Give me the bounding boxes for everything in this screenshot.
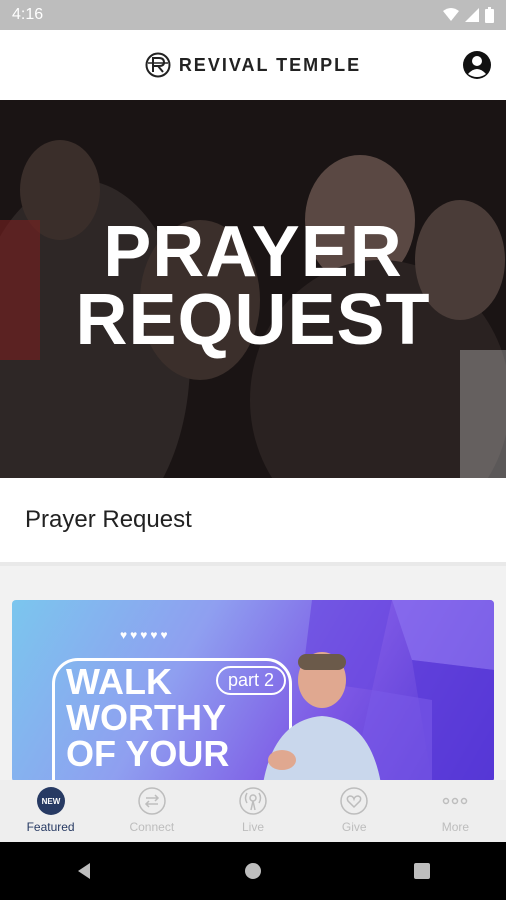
tab-featured[interactable]: NEW Featured xyxy=(0,780,101,842)
tab-more[interactable]: More xyxy=(405,780,506,842)
brand-name: REVIVAL TEMPLE xyxy=(178,54,362,75)
tab-live-label: Live xyxy=(242,820,265,834)
tab-give-label: Give xyxy=(341,820,367,834)
sermon-card[interactable]: ♥♥♥♥♥ WALK WORTHY OF YOUR part 2 xyxy=(12,600,494,782)
tab-more-label: More xyxy=(441,820,470,834)
sermon-title: WALK WORTHY OF YOUR xyxy=(66,664,229,772)
app-header: REVIVAL TEMPLE xyxy=(0,30,506,100)
broadcast-icon xyxy=(238,786,268,816)
hero-title-line1: PRAYER xyxy=(103,212,403,292)
tab-give[interactable]: Give xyxy=(304,780,405,842)
wifi-icon xyxy=(443,8,459,21)
card-title[interactable]: Prayer Request xyxy=(0,478,506,562)
arrows-swap-icon xyxy=(137,786,167,816)
hero-banner[interactable]: PRAYER REQUEST xyxy=(0,100,506,478)
tab-live[interactable]: Live xyxy=(202,780,303,842)
home-icon[interactable] xyxy=(243,861,263,881)
heart-icon xyxy=(339,786,369,816)
status-bar: 4:16 xyxy=(0,0,506,30)
tab-connect[interactable]: Connect xyxy=(101,780,202,842)
new-badge-icon: NEW xyxy=(36,786,66,816)
signal-icon xyxy=(465,8,479,22)
status-icons xyxy=(443,7,494,23)
system-navigation-bar xyxy=(0,842,506,900)
bottom-tab-bar: NEW Featured Connect Live Give More xyxy=(0,780,506,842)
hero-title: PRAYER REQUEST xyxy=(0,212,506,360)
tab-connect-label: Connect xyxy=(129,820,175,834)
profile-icon[interactable] xyxy=(462,50,492,80)
tab-featured-label: Featured xyxy=(26,820,75,834)
revival-logo-icon xyxy=(145,52,171,78)
hearts-decoration: ♥♥♥♥♥ xyxy=(120,628,171,642)
sermon-title-line3: OF YOUR xyxy=(66,733,230,774)
new-badge-text: NEW xyxy=(41,797,60,806)
battery-icon xyxy=(485,7,494,23)
presenter-photo xyxy=(263,652,381,782)
sermon-title-line1: WALK xyxy=(66,661,172,702)
status-time: 4:16 xyxy=(12,6,44,23)
brand-logo: REVIVAL TEMPLE xyxy=(145,52,361,78)
ellipsis-icon xyxy=(440,786,470,816)
recents-icon[interactable] xyxy=(412,861,432,881)
hero-title-line2: REQUEST xyxy=(75,280,431,360)
back-icon[interactable] xyxy=(74,861,94,881)
sermon-title-line2: WORTHY xyxy=(66,697,226,738)
